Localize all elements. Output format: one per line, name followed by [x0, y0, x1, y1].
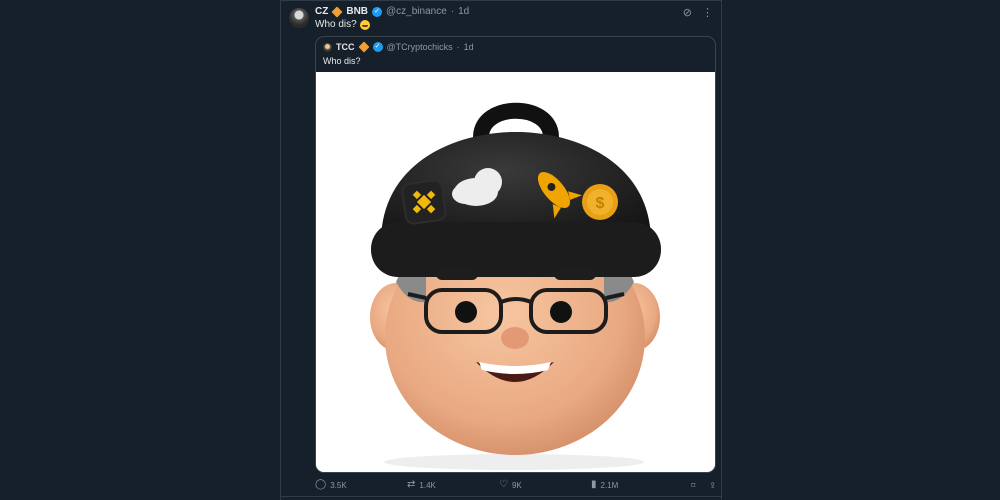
heart-icon: ♡ [499, 479, 508, 490]
quoted-image[interactable]: $ [316, 72, 715, 472]
quoted-handle: @TCryptochicks [386, 42, 453, 52]
reply-button[interactable]: ◯ 3.5K [315, 480, 407, 490]
more-icon[interactable]: ⋮ [702, 6, 713, 19]
views-button[interactable]: ▮ 2.1M [591, 480, 683, 490]
like-count: 9K [511, 480, 522, 490]
tweet-text: Who dis? [315, 19, 370, 30]
retweet-count: 1.4K [419, 480, 436, 490]
divider [281, 496, 721, 497]
verified-badge-icon: ✓ [372, 6, 383, 17]
avatar[interactable] [289, 8, 309, 28]
tweet-secondary-actions: ⌑ ⇪ [691, 481, 716, 490]
retweet-button[interactable]: ⇄ 1.4K [407, 480, 499, 490]
grok-icon[interactable]: ⊘ [683, 6, 692, 19]
display-name-suffix[interactable]: BNB [346, 6, 368, 17]
user-handle[interactable]: @cz_binance [386, 6, 447, 17]
display-name[interactable]: CZ [315, 6, 328, 17]
like-button[interactable]: ♡ 9K [499, 480, 591, 490]
quoted-header: TCC ✓ @TCryptochicks · 1d [323, 41, 474, 53]
share-icon[interactable]: ⇪ [709, 481, 716, 490]
bookmark-icon[interactable]: ⌑ [691, 481, 695, 490]
reply-count: 3.5K [330, 480, 347, 490]
view-count: 2.1M [600, 480, 619, 490]
keychain-character-illustration: $ [316, 72, 715, 472]
separator-dot: · [456, 42, 460, 52]
quoted-timestamp: 1d [463, 42, 474, 52]
verified-badge-icon: ✓ [372, 42, 383, 52]
divider [281, 0, 721, 1]
binance-diamond-icon [331, 5, 343, 18]
quoted-display-name: TCC [336, 42, 355, 52]
tweet-text-content: Who dis? [315, 19, 357, 30]
quoted-avatar [323, 42, 332, 52]
quoted-text: Who dis? [323, 56, 361, 66]
tweet-actions: ◯ 3.5K ⇄ 1.4K ♡ 9K ▮ 2.1M ⌑ ⇪ [315, 478, 716, 492]
binance-diamond-icon [357, 41, 370, 53]
tweet-header: CZ BNB ✓ @cz_binance · 1d [315, 5, 469, 18]
separator-dot: · [450, 6, 455, 17]
grinning-emoji-icon [359, 19, 370, 30]
quoted-tweet[interactable]: TCC ✓ @TCryptochicks · 1d Who dis? $ [315, 36, 716, 473]
reply-icon: ◯ [315, 479, 327, 490]
bar-chart-icon: ▮ [591, 479, 597, 490]
timeline-column: CZ BNB ✓ @cz_binance · 1d ⊘ ⋮ Who dis? T… [280, 0, 722, 500]
retweet-icon: ⇄ [407, 479, 416, 490]
tweet-top-actions: ⊘ ⋮ [683, 6, 713, 19]
svg-text:$: $ [596, 195, 605, 212]
timestamp[interactable]: 1d [458, 6, 469, 17]
